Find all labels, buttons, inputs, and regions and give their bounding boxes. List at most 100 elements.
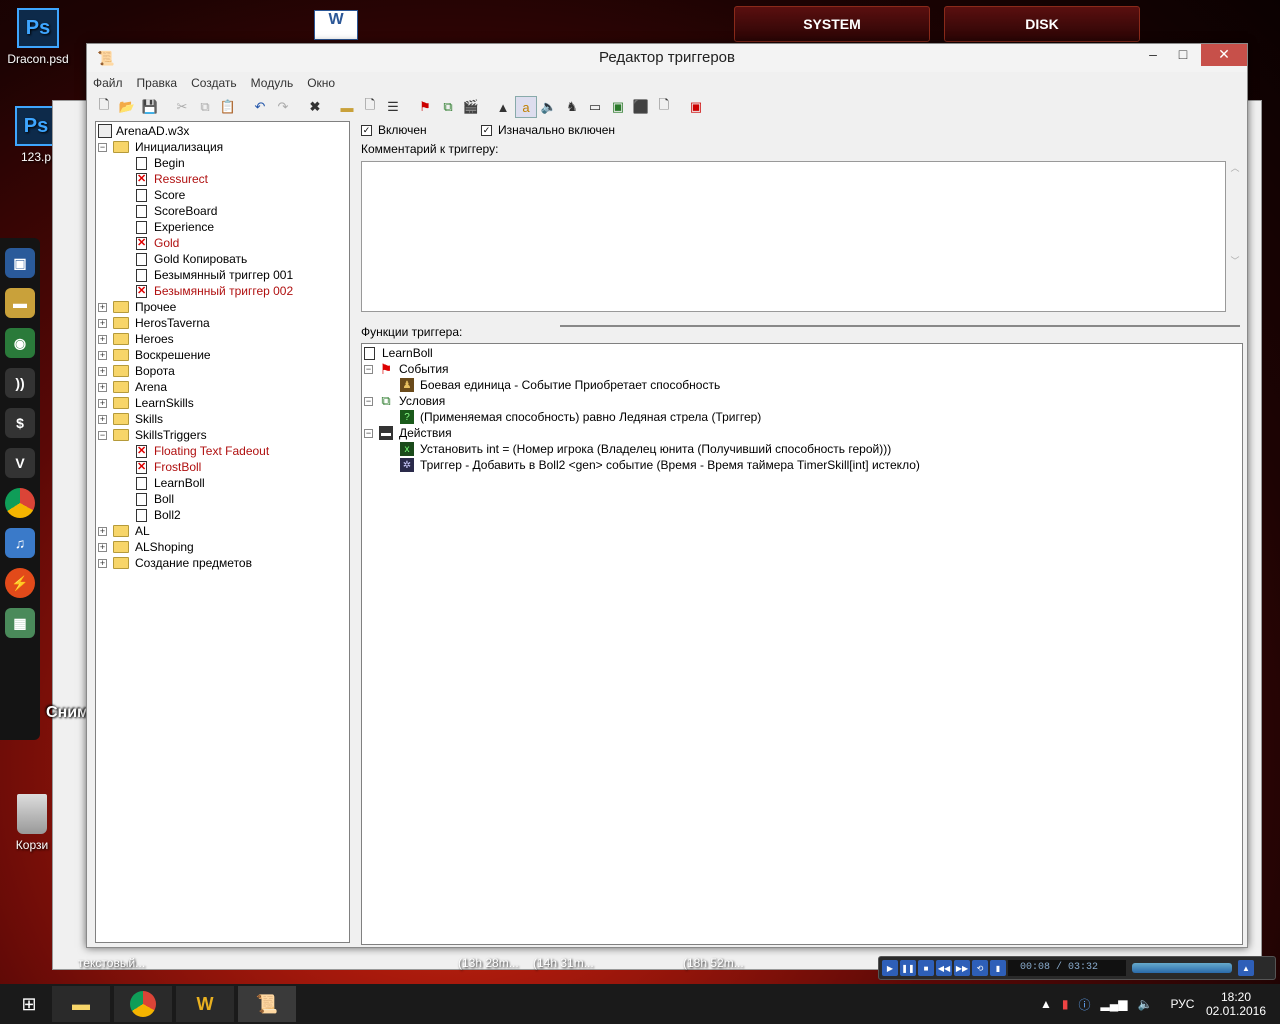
minimize-player-icon[interactable]: ▲ [1238, 960, 1254, 976]
enabled-checkbox[interactable]: ✓ [361, 125, 372, 137]
cut-icon[interactable]: ✂ [171, 96, 193, 118]
tree-trigger[interactable]: Gold Копировать [136, 251, 247, 267]
start-button[interactable]: ⊞ [0, 986, 58, 1022]
collapse-icon[interactable]: − [364, 364, 373, 374]
world-editor-icon[interactable]: 📜 [238, 986, 296, 1022]
tree-trigger[interactable]: ScoreBoard [136, 203, 217, 219]
comment-scrollbar[interactable]: ︿ ﹀ [1228, 161, 1242, 312]
system-button[interactable]: SYSTEM [734, 6, 930, 42]
tree-folder[interactable]: − SkillsTriggers [98, 427, 207, 443]
music-disc-icon[interactable]: ◉ [5, 328, 35, 358]
campaign-editor-icon[interactable]: ▭ [584, 96, 606, 118]
comment-textarea[interactable] [361, 161, 1226, 312]
new-condition-icon[interactable]: ⧉ [437, 96, 459, 118]
terrain-editor-icon[interactable]: ▲ [492, 96, 514, 118]
tree-trigger[interactable]: Boll2 [136, 507, 181, 523]
expand-icon[interactable]: + [98, 334, 107, 344]
expand-icon[interactable]: + [98, 414, 107, 424]
conditions-node[interactable]: − ⧉ Условия [364, 393, 445, 409]
expand-icon[interactable]: + [98, 542, 107, 552]
tree-trigger[interactable]: Score [136, 187, 185, 203]
menu-module[interactable]: Модуль [251, 76, 294, 90]
tree-folder[interactable]: − Инициализация [98, 139, 223, 155]
language-indicator[interactable]: РУС [1170, 997, 1194, 1011]
pause-icon[interactable]: ❚❚ [900, 960, 916, 976]
tree-folder[interactable]: + Прочее [98, 299, 176, 315]
tree-folder[interactable]: + Skills [98, 411, 163, 427]
equalizer-icon[interactable]: ▮ [990, 960, 1006, 976]
collapse-icon[interactable]: − [98, 142, 107, 152]
repeat-icon[interactable]: ⟲ [972, 960, 988, 976]
seek-bar[interactable] [1132, 963, 1232, 973]
test-map-icon[interactable]: ▣ [685, 96, 707, 118]
expand-icon[interactable]: + [98, 318, 107, 328]
volume-icon[interactable]: 🔈 [1137, 997, 1152, 1011]
import-manager-icon[interactable]: ⬛ [630, 96, 652, 118]
forward-icon[interactable]: ▶▶ [954, 960, 970, 976]
network-icon[interactable]: ▂▄▆ [1101, 997, 1128, 1011]
info-icon[interactable]: ⓘ [1079, 996, 1091, 1013]
desktop-icon-dracon[interactable]: Ps Dracon.psd [0, 8, 78, 66]
tree-folder[interactable]: + LearnSkills [98, 395, 194, 411]
new-icon[interactable]: 🗋 [93, 96, 115, 118]
wifi-icon[interactable]: )) [5, 368, 35, 398]
trigger-editor-icon[interactable]: a [515, 96, 537, 118]
expand-icon[interactable]: + [98, 302, 107, 312]
collapse-icon[interactable]: − [364, 428, 373, 438]
tree-trigger[interactable]: Boll [136, 491, 174, 507]
collapse-icon[interactable]: − [98, 430, 107, 440]
tree-trigger[interactable]: ✕ Ressurect [136, 171, 208, 187]
event-item[interactable]: ♟ Боевая единица - Событие Приобретает с… [400, 377, 720, 393]
file-explorer-icon[interactable]: ▬ [52, 986, 110, 1022]
initially-enabled-checkbox-row[interactable]: ✓ Изначально включен [481, 123, 615, 137]
rewind-icon[interactable]: ◀◀ [936, 960, 952, 976]
delete-icon[interactable]: ✖ [304, 96, 326, 118]
sound-editor-icon[interactable]: 🔈 [538, 96, 560, 118]
tree-folder[interactable]: + HerosTaverna [98, 315, 210, 331]
tree-trigger[interactable]: ✕ Floating Text Fadeout [136, 443, 269, 459]
music-note-icon[interactable]: ♫ [5, 528, 35, 558]
stop-icon[interactable]: ■ [918, 960, 934, 976]
maximize-button[interactable]: □ [1169, 44, 1197, 66]
tree-trigger[interactable]: ✕ Безымянный триггер 002 [136, 283, 293, 299]
paste-icon[interactable]: 📋 [217, 96, 239, 118]
word-doc-icon[interactable]: W [314, 10, 358, 40]
new-trigger-icon[interactable]: 🗋 [359, 96, 381, 118]
expand-icon[interactable]: + [98, 526, 107, 536]
folder-icon[interactable]: ▬ [5, 288, 35, 318]
computer-icon[interactable]: ▣ [5, 248, 35, 278]
new-comment-icon[interactable]: ☰ [382, 96, 404, 118]
tree-trigger[interactable]: ✕ FrostBoll [136, 459, 201, 475]
initially-enabled-checkbox[interactable]: ✓ [481, 125, 492, 137]
warcraft-icon[interactable]: W [176, 986, 234, 1022]
menu-create[interactable]: Создать [191, 76, 237, 90]
events-node[interactable]: − ⚑ События [364, 361, 449, 377]
action-item[interactable]: ✲ Триггер - Добавить в Boll2 <gen> событ… [400, 457, 920, 473]
action-item[interactable]: x Установить int = (Номер игрока (Владел… [400, 441, 891, 457]
minimize-button[interactable]: – [1139, 44, 1167, 66]
tree-trigger[interactable]: LearnBoll [136, 475, 205, 491]
tree-trigger[interactable]: Experience [136, 219, 214, 235]
expand-icon[interactable]: + [98, 382, 107, 392]
tree-root[interactable]: ArenaAD.w3x [98, 123, 189, 139]
tray-app-icon[interactable]: ▮ [1062, 997, 1069, 1011]
script-editor-icon[interactable]: 🗋 [653, 96, 675, 118]
tree-folder[interactable]: + Arena [98, 379, 167, 395]
chrome-taskbar-icon[interactable] [114, 986, 172, 1022]
expand-icon[interactable]: + [98, 366, 107, 376]
clock[interactable]: 18:20 02.01.2016 [1206, 984, 1266, 1024]
function-root[interactable]: LearnBoll [364, 345, 433, 361]
condition-item[interactable]: ? (Применяемая способность) равно Ледяна… [400, 409, 761, 425]
redo-icon[interactable]: ↷ [272, 96, 294, 118]
splitter[interactable] [560, 325, 1240, 327]
disk-button[interactable]: DISK [944, 6, 1140, 42]
tree-folder[interactable]: + Heroes [98, 331, 174, 347]
tree-trigger[interactable]: ✕ Gold [136, 235, 179, 251]
tree-folder[interactable]: + Ворота [98, 363, 175, 379]
tree-trigger[interactable]: Безымянный триггер 001 [136, 267, 293, 283]
v-logo-icon[interactable]: V [5, 448, 35, 478]
flash-icon[interactable]: ⚡ [5, 568, 35, 598]
menu-file[interactable]: Файл [93, 76, 123, 90]
tree-folder[interactable]: + ALShoping [98, 539, 194, 555]
screenshot-icon[interactable]: ▦ [5, 608, 35, 638]
